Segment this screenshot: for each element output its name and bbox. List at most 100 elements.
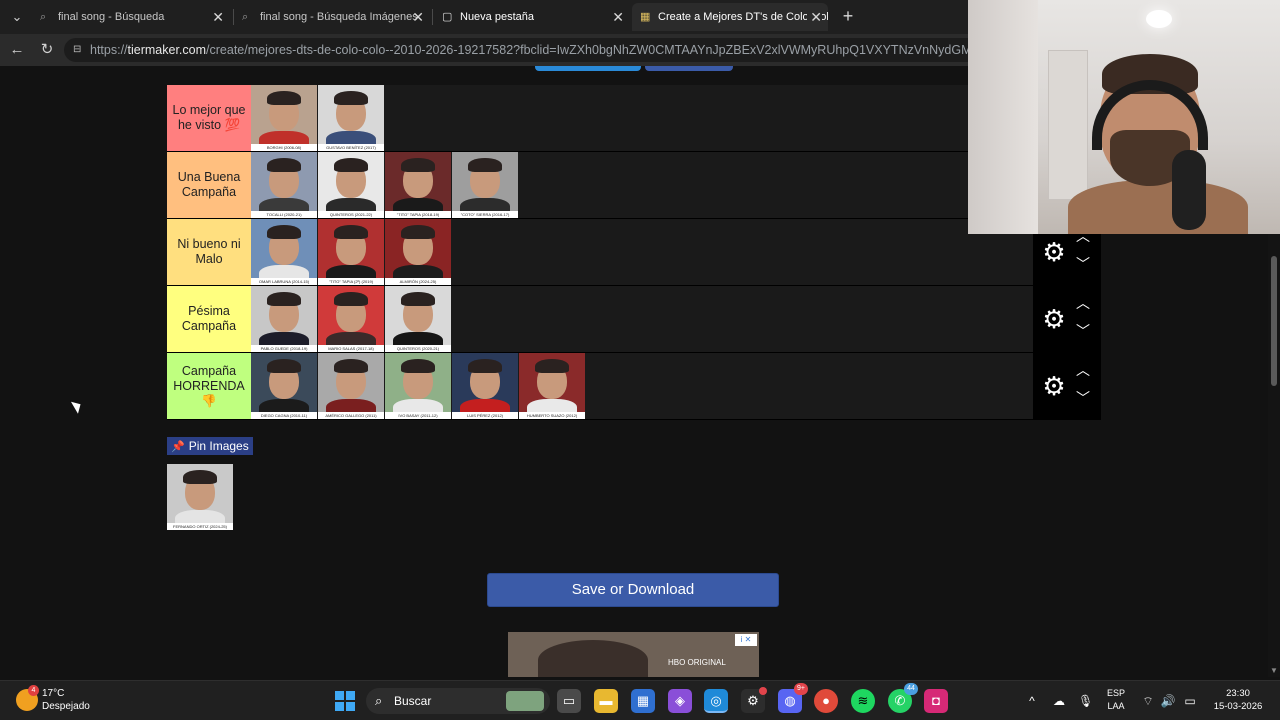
coach-caption: PABLO GUEDE (2018-19) (251, 345, 317, 352)
tier-items[interactable]: TOCALLI (2020-21) QUINTEROS (2021-22) "TIT… (251, 152, 519, 218)
site-info-icon[interactable]: ⊟ (73, 38, 81, 62)
coach-photo[interactable]: OMAR LABRUNA (2014-15) (251, 219, 317, 285)
tier-items[interactable]: OMAR LABRUNA (2014-15) "TITO" TAPIA (2º) … (251, 219, 452, 285)
coach-photo[interactable]: BORGHI (2006-08) (251, 85, 317, 151)
coach-photo[interactable]: "TITO" TAPIA (2º) (2019) (318, 219, 384, 285)
back-button[interactable]: ← (6, 39, 28, 61)
tier-row: Una Buena Campaña TOCALLI (2020-21) QUINTE… (167, 152, 1101, 219)
coach-photo[interactable]: "COTO" SIERRA (2016-17) (452, 152, 518, 218)
steam-icon[interactable]: ⚙ (741, 687, 767, 713)
coach-caption: TOCALLI (2020-21) (251, 211, 317, 218)
close-tab-icon[interactable]: ✕ (807, 3, 822, 31)
input-language-indicator[interactable]: ESP LAA (1107, 687, 1125, 713)
coach-photo[interactable]: QUINTEROS (2021-22) (318, 152, 384, 218)
taskbar-search-box[interactable]: ⌕ Buscar (366, 688, 550, 714)
instagram-icon[interactable]: ◘ (924, 689, 948, 713)
discord-icon[interactable]: ◍ 9+ (778, 683, 808, 713)
gear-icon[interactable]: ⚙ (1039, 237, 1069, 267)
coach-photo-hair (334, 91, 368, 105)
gear-icon[interactable]: ⚙ (1039, 371, 1069, 401)
coach-photo[interactable]: IVO BASAY (2011-12) (385, 353, 451, 419)
tier-label[interactable]: Una Buena Campaña (167, 152, 251, 218)
close-tab-icon[interactable]: ✕ (612, 3, 624, 31)
microsoft-store-icon[interactable]: ▦ (631, 689, 655, 713)
spotify-icon[interactable]: ≋ (851, 689, 875, 713)
coach-photo[interactable]: "TITO" TAPIA (2018-19) (385, 152, 451, 218)
close-tab-icon[interactable]: ✕ (212, 3, 224, 31)
new-tab-button[interactable]: + (838, 5, 858, 27)
copilot-icon[interactable]: ◈ (668, 689, 692, 713)
taskbar-search-label: Buscar (394, 694, 432, 708)
show-hidden-icons-chevron-icon[interactable]: ^ (1024, 692, 1040, 710)
whatsapp-icon[interactable]: ✆ 44 (888, 683, 918, 713)
coach-photo[interactable]: PABLO GUEDE (2018-19) (251, 286, 317, 352)
pin-images-label: Pin Images (188, 439, 249, 453)
coach-caption: GUSTAVO BENÍTEZ (2017) (318, 144, 384, 151)
battery-icon[interactable]: ▭ (1182, 692, 1198, 710)
start-button[interactable] (335, 691, 355, 711)
url-field[interactable]: ⊟ https://tiermaker.com/create/mejores-d… (64, 38, 1064, 62)
tier-items[interactable]: PABLO GUEDE (2018-19) MARIO SALAS (2017-1… (251, 286, 452, 352)
coach-photo[interactable]: MARIO SALAS (2017-18) (318, 286, 384, 352)
gear-icon[interactable]: ⚙ (1039, 304, 1069, 334)
reload-button[interactable]: ↻ (36, 39, 58, 61)
coach-photo[interactable]: LUIS PÉREZ (2012) (452, 353, 518, 419)
tier-label[interactable]: Campaña HORRENDA 👎 (167, 353, 251, 419)
task-view-icon[interactable]: ▭ (557, 689, 581, 713)
clock-time: 23:30 (1226, 688, 1250, 699)
tab-nueva-pestana[interactable]: ▢ Nueva pestaña ✕ (434, 3, 630, 31)
coach-photo[interactable]: HUMBERTO SUAZO (2012) (519, 353, 585, 419)
coach-caption: FERNANDO ORTIZ (2024-25) (167, 523, 233, 530)
system-clock[interactable]: 23:30 15-03-2026 (1208, 687, 1268, 713)
save-or-download-button[interactable]: Save or Download (487, 573, 779, 607)
tier-items[interactable]: DIEGO CAGNA (2010-11) AMÉRICO GALLEGO (20… (251, 353, 586, 419)
close-tab-icon[interactable]: ✕ (412, 3, 424, 31)
advertisement[interactable]: HBO ORIGINAL i ✕ (508, 632, 759, 677)
coach-caption: DIEGO CAGNA (2010-11) (251, 412, 317, 419)
coach-photo[interactable]: GUSTAVO BENÍTEZ (2017) (318, 85, 384, 151)
weather-temperature[interactable]: 17°C (42, 688, 64, 699)
chevron-down-icon[interactable]: ﹀ (1073, 255, 1093, 273)
scroll-down-icon[interactable]: ▼ (1270, 666, 1278, 675)
chevron-up-icon[interactable]: ︿ (1073, 361, 1093, 379)
microphone-tray-icon[interactable]: 🎙 (1078, 692, 1093, 710)
tier-label[interactable]: Pésima Campaña (167, 286, 251, 352)
onedrive-cloud-icon[interactable]: ☁ (1050, 692, 1068, 710)
chrome-icon[interactable]: ● (814, 689, 838, 713)
ad-close-badge[interactable]: i ✕ (735, 634, 757, 646)
wifi-icon[interactable]: ⌔ (1140, 692, 1156, 710)
weather-condition[interactable]: Despejado (42, 701, 90, 712)
tier-items[interactable]: BORGHI (2006-08) GUSTAVO BENÍTEZ (2017) (251, 85, 385, 151)
chevron-up-icon[interactable]: ︿ (1073, 294, 1093, 312)
tab-final-song-imagenes[interactable]: ⌕ final song - Búsqueda Imágenes ✕ (234, 3, 430, 31)
chevron-down-icon[interactable]: ﹀ (1073, 389, 1093, 407)
top-button-partial[interactable] (645, 66, 733, 71)
coach-photo[interactable]: TOCALLI (2020-21) (251, 152, 317, 218)
tab-final-song-busqueda[interactable]: ⌕ final song - Búsqueda ✕ (32, 3, 230, 31)
coach-photo[interactable]: ALMIRÓN (2024-25) (385, 219, 451, 285)
coach-photo-hair (401, 225, 435, 239)
pin-images-button[interactable]: 📌 Pin Images (167, 437, 253, 455)
ad-text: HBO ORIGINAL (668, 658, 726, 667)
coach-photo-hair (267, 292, 301, 306)
scroll-thumb[interactable] (1271, 256, 1277, 386)
coach-photo-hair (183, 470, 217, 484)
top-button-partial[interactable] (535, 66, 641, 71)
coach-photo-hair (334, 292, 368, 306)
tab-title: final song - Búsqueda (58, 11, 165, 23)
tiermaker-icon: ▦ (640, 11, 651, 23)
ad-image (538, 640, 648, 677)
file-explorer-icon[interactable]: ▬ (594, 689, 618, 713)
tier-label[interactable]: Ni bueno ni Malo (167, 219, 251, 285)
coach-photo[interactable]: DIEGO CAGNA (2010-11) (251, 353, 317, 419)
chevron-down-icon[interactable]: ﹀ (1073, 322, 1093, 340)
tab-tiermaker[interactable]: ▦ Create a Mejores DT's de Colo-Colo ✕ (632, 3, 828, 31)
webcam-curtain (968, 0, 1038, 234)
tier-label[interactable]: Lo mejor que he visto 💯 (167, 85, 251, 151)
coach-photo[interactable]: AMÉRICO GALLEGO (2011) (318, 353, 384, 419)
tab-actions-menu-button[interactable]: ⌄ (6, 6, 28, 28)
coach-photo[interactable]: FERNANDO ORTIZ (2024-25) (167, 464, 233, 530)
coach-photo[interactable]: QUINTEROS (2020-21) (385, 286, 451, 352)
edge-browser-icon[interactable]: ◎ (704, 689, 728, 713)
volume-icon[interactable]: 🔊 (1160, 692, 1176, 710)
